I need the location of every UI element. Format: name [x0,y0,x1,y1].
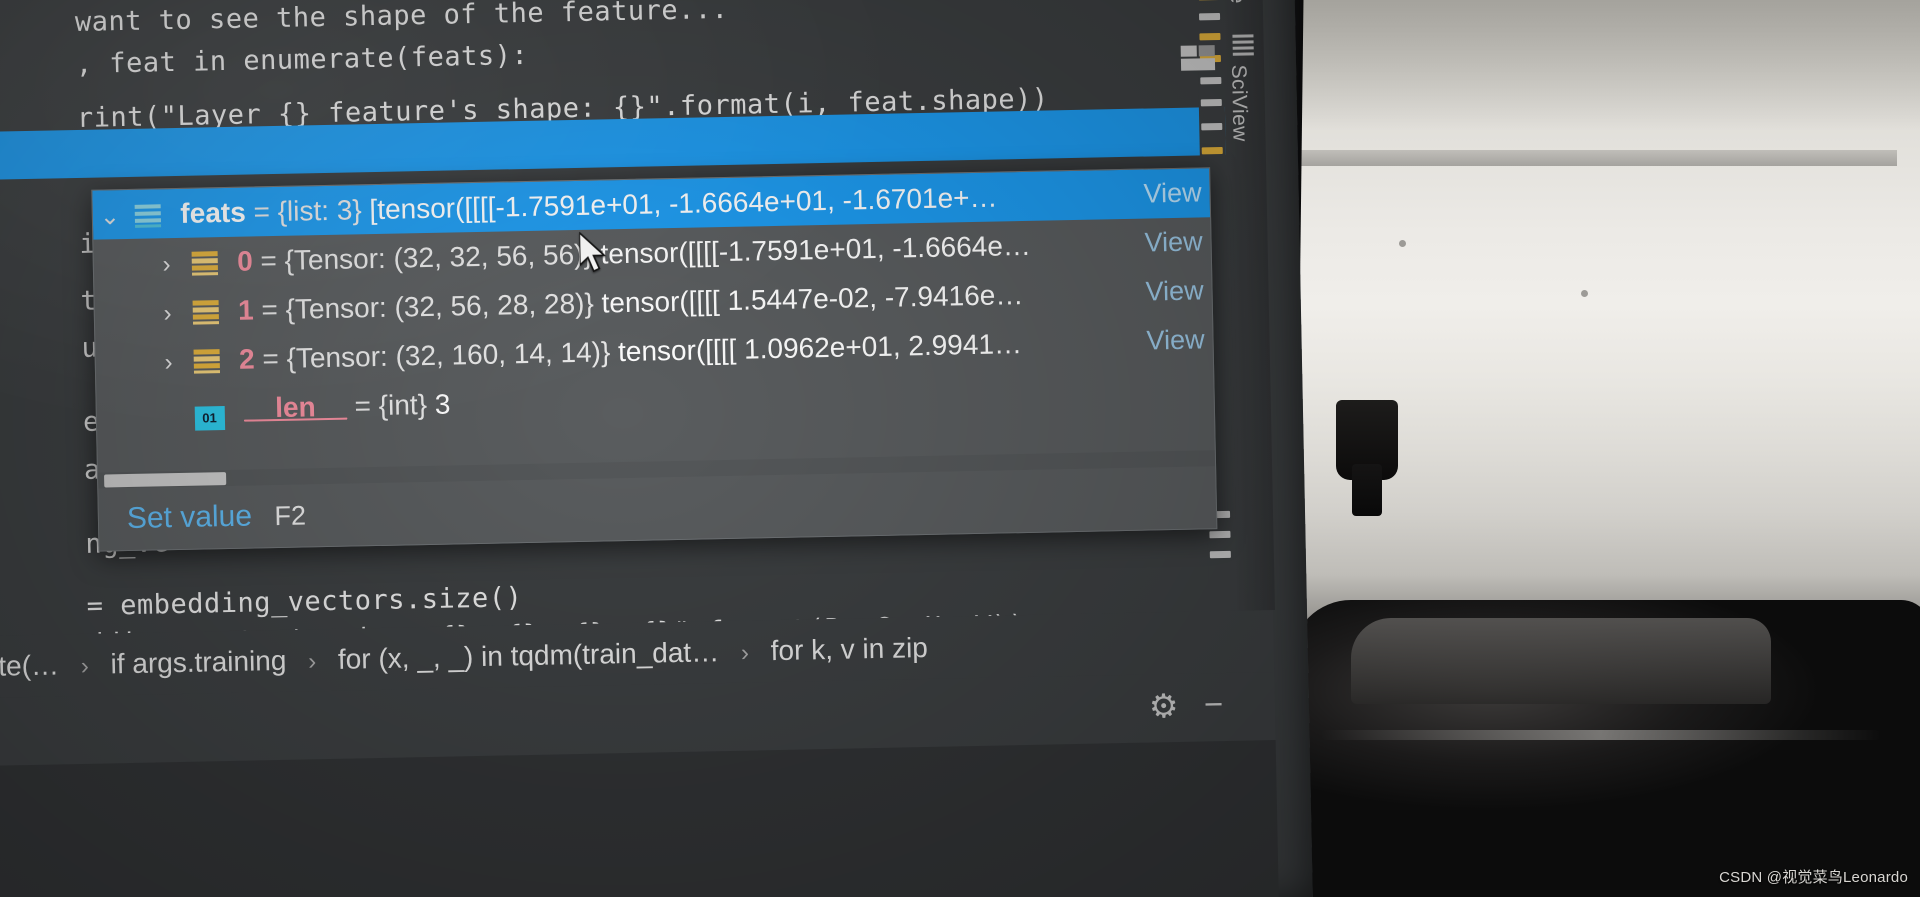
chevron-right-icon[interactable]: › [150,289,185,338]
wall-speck [1581,290,1588,297]
breadcrumb-separator: › [80,652,90,680]
view-link[interactable]: View [1146,315,1205,365]
desk-object [1336,400,1398,516]
layout-icon[interactable] [1180,45,1216,72]
set-value-shortcut: F2 [274,500,307,532]
minus-icon[interactable]: − [1203,685,1223,723]
variable-name: feats [180,196,247,229]
breadcrumb-item[interactable]: for (x, _, _) in tqdm(train_dat… [338,636,720,675]
equals-sign: = [253,293,286,326]
equals-sign: = [245,195,278,228]
chevron-right-icon[interactable]: › [151,338,186,387]
array-icon [192,300,219,325]
variable-type: {Tensor: (32, 160, 14, 14)} [286,336,611,374]
dark-vehicle-shape [1291,600,1920,897]
inspection-stripe [1209,530,1231,539]
inspection-stripe [1199,32,1221,41]
ide-screen: want to see the shape of the feature... … [0,0,1313,897]
chevron-down-icon[interactable]: ⌄ [92,192,127,240]
inspection-stripe [1201,122,1223,131]
variable-value: tensor([[[[ 1.5447e-02, -7.9416e… [601,279,1024,319]
breadcrumb-item[interactable]: for k, v in zip [770,632,928,666]
breadcrumb-separator: › [307,648,317,676]
array-icon [191,251,218,276]
inspection-stripe [1198,13,1221,21]
breadcrumb-separator: › [740,639,750,667]
watermark: CSDN @视觉菜鸟Leonardo [1719,869,1908,886]
list-icon [134,203,161,228]
wall-speck [1399,240,1406,247]
view-link[interactable]: View [1144,217,1203,267]
scrollbar-thumb[interactable] [104,472,227,488]
variable-name: 1 [237,294,254,326]
debugger-value-popup[interactable]: ⌄ feats = {list: 3} [tensor([[[[-1.7591e… [91,167,1218,552]
equals-sign: = [252,244,285,277]
equals-sign: = [254,342,287,375]
view-link[interactable]: View [1143,168,1202,218]
grid-icon [1232,34,1254,56]
breadcrumb-item[interactable]: if args.training [110,645,286,680]
toolwindow-tab-base[interactable]: base [1224,0,1249,4]
wall-shading [1281,0,1920,130]
breadcrumb-item[interactable]: erate(… [0,649,59,682]
variable-value: 3 [434,388,451,420]
variable-name: 0 [236,245,254,277]
variable-type: {Tensor: (32, 56, 28, 28)} [285,287,595,325]
vehicle-window [1351,618,1771,704]
chevron-right-icon[interactable]: › [149,240,184,289]
window-frame [1297,150,1897,166]
set-value-link[interactable]: Set value [127,500,253,536]
variable-type: {Tensor: (32, 32, 56, 56)} [284,238,594,276]
screenshot-root: want to see the shape of the feature... … [0,0,1920,897]
variable-value: tensor([[[[ 1.0962e+01, 2.9941… [617,328,1023,368]
toolwindow-tab-sciview[interactable]: SciView [1226,64,1252,142]
variable-type: {list: 3} [277,194,363,227]
variable-value: [tensor([[[[-1.7591e+01, -1.6664e+01, -1… [369,181,998,226]
inspection-stripe [1200,98,1222,107]
variable-type: {int} [378,388,428,421]
inspection-stripe [1209,550,1231,559]
view-link[interactable]: View [1145,266,1204,316]
variable-name: __len__ [243,390,348,424]
equals-sign: = [346,389,380,422]
gear-icon[interactable]: ⚙ [1148,686,1179,726]
int-icon: 01 [194,406,225,431]
vehicle-highlight [1321,730,1881,740]
inspection-stripe [1201,146,1223,155]
variable-value: tensor([[[[-1.7591e+01, -1.6664e… [600,229,1032,270]
lower-tool-pane [0,740,1280,897]
inspection-stripe [1200,76,1222,85]
array-icon [193,349,220,374]
room-background [1281,0,1920,897]
mouse-cursor [579,231,607,273]
variable-name: 2 [238,343,255,375]
